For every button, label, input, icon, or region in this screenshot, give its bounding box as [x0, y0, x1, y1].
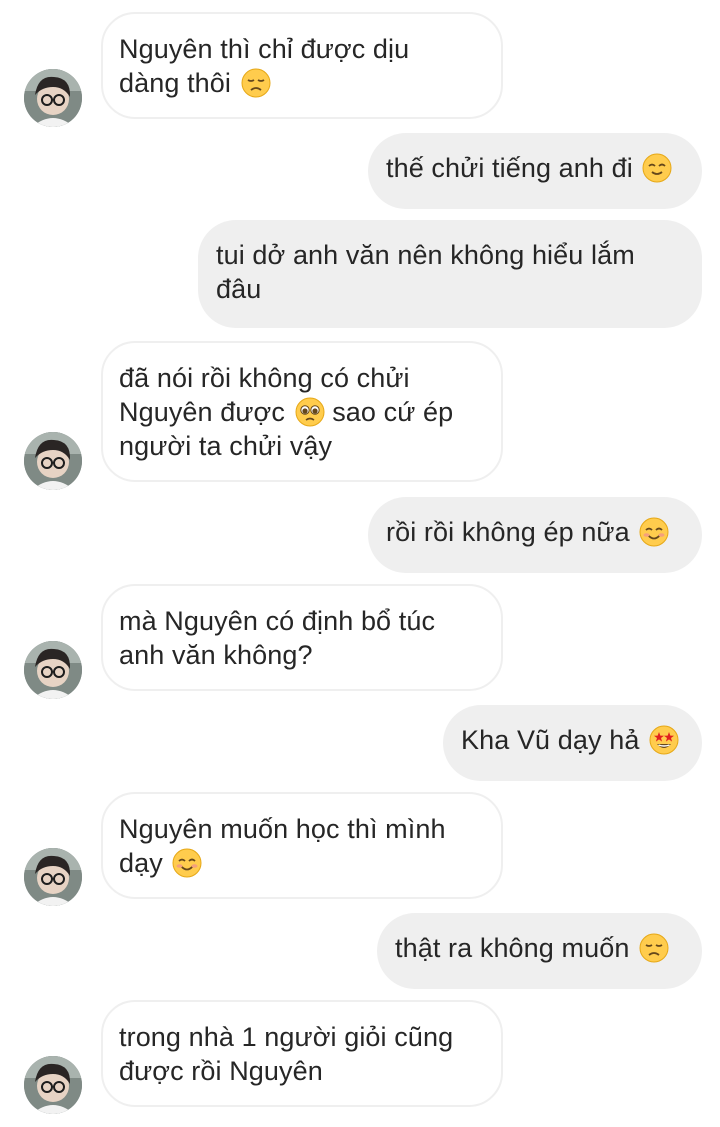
- incoming-message-bubble[interactable]: đã nói rồi không có chửi Nguyên được sao…: [101, 341, 503, 482]
- incoming-message-bubble[interactable]: mà Nguyên có định bổ túc anh văn không?: [101, 584, 503, 691]
- message-text: dạy: [119, 846, 485, 880]
- message-text: dàng thôi: [119, 66, 485, 100]
- avatar[interactable]: [24, 69, 82, 127]
- disappointed-face-icon: [241, 68, 271, 98]
- outgoing-message-bubble[interactable]: rồi rồi không ép nữa: [368, 497, 702, 573]
- avatar[interactable]: [24, 432, 82, 490]
- smiling-face-icon: [172, 848, 202, 878]
- smiling-face-icon: [639, 517, 669, 547]
- message-text: đã nói rồi không có chửi: [119, 363, 410, 393]
- incoming-message-bubble[interactable]: Nguyên thì chỉ được dịu dàng thôi: [101, 12, 503, 119]
- avatar[interactable]: [24, 848, 82, 906]
- message-text: Nguyên muốn học thì mình: [119, 814, 446, 844]
- message-text: Nguyên được sao cứ ép: [119, 397, 454, 427]
- incoming-message-bubble[interactable]: trong nhà 1 người giỏi cũng được rồi Ngu…: [101, 1000, 503, 1107]
- message-text: Nguyên thì chỉ được dịu: [119, 34, 410, 64]
- outgoing-message-bubble[interactable]: Kha Vũ dạy hả: [443, 705, 702, 781]
- message-text: trong nhà 1 người giỏi cũng: [119, 1022, 454, 1052]
- message-text: người ta chửi vậy: [119, 431, 333, 461]
- avatar[interactable]: [24, 1056, 82, 1114]
- message-thread: Nguyên thì chỉ được dịu dàng thôi thế ch…: [0, 0, 720, 1127]
- outgoing-message-bubble[interactable]: thế chửi tiếng anh đi: [368, 133, 702, 209]
- message-text: tui dở anh văn nên không hiểu lắm: [216, 240, 635, 270]
- message-text: rồi rồi không ép nữa: [386, 515, 684, 549]
- outgoing-message-bubble[interactable]: tui dở anh văn nên không hiểu lắm đâu: [198, 220, 702, 328]
- message-text: Kha Vũ dạy hả: [461, 723, 684, 757]
- message-text: thật ra không muốn: [395, 931, 684, 965]
- message-text: được rồi Nguyên: [119, 1056, 323, 1086]
- pleading-face-icon: [295, 397, 325, 427]
- incoming-message-bubble[interactable]: Nguyên muốn học thì mình dạy: [101, 792, 503, 899]
- outgoing-message-bubble[interactable]: thật ra không muốn: [377, 913, 702, 989]
- message-text: thế chửi tiếng anh đi: [386, 151, 684, 185]
- star-struck-face-icon: [649, 725, 679, 755]
- relieved-face-icon: [642, 153, 672, 183]
- message-text: anh văn không?: [119, 640, 313, 670]
- message-text: mà Nguyên có định bổ túc: [119, 606, 436, 636]
- message-text: đâu: [216, 274, 262, 304]
- disappointed-face-icon: [639, 933, 669, 963]
- avatar[interactable]: [24, 641, 82, 699]
